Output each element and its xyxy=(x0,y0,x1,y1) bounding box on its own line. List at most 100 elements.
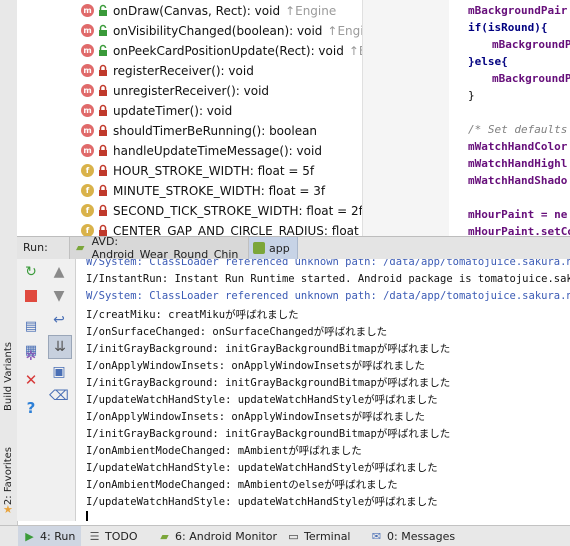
android-studio-window: Build Variants 2: Favorites ★ m onDraw(Ca… xyxy=(0,0,570,546)
bottom-tab-todo[interactable]: ☰ TODO xyxy=(88,526,138,546)
method-icon: m xyxy=(81,104,94,117)
private-lock-icon xyxy=(97,64,109,77)
code-line: mBackgroundPair xyxy=(468,4,568,17)
structure-item-label: onDraw(Canvas, Rect): void ↑Engine xyxy=(113,4,336,18)
build-variants-tab[interactable]: Build Variants xyxy=(0,342,17,411)
structure-item[interactable]: m shouldTimerBeRunning(): boolean xyxy=(17,121,362,141)
build-variants-label: Build Variants xyxy=(3,341,14,411)
public-icon xyxy=(97,24,109,37)
code-line: if(isRound){ xyxy=(468,21,548,34)
app-module-icon xyxy=(253,242,265,254)
structure-item[interactable]: f HOUR_STROKE_WIDTH: float = 5f xyxy=(17,161,362,181)
console-line: I/creatMiku: creatMikuが呼ばれました xyxy=(86,309,299,321)
structure-item-inherited-from: ↑Engine xyxy=(285,4,337,18)
run-tool-window-header: Run: ▰ AVD: Android_Wear_Round_Chin app xyxy=(17,235,570,261)
structure-item[interactable]: f SECOND_TICK_STROKE_WIDTH: float = 2f xyxy=(17,201,362,221)
restore-layout-icon[interactable]: ▤ xyxy=(22,317,40,335)
code-line: mWatchHandHighl xyxy=(468,157,568,170)
structure-item-label: registerReceiver(): void xyxy=(113,64,254,78)
console-line: I/onApplyWindowInsets: onApplyWindowInse… xyxy=(86,411,426,423)
private-lock-icon xyxy=(97,144,109,157)
print-icon[interactable]: ▣ xyxy=(50,363,68,381)
private-lock-icon xyxy=(97,104,109,117)
code-line: mBackgroundP xyxy=(492,72,570,85)
structure-item[interactable]: m onPeekCardPositionUpdate(Rect): void ↑En… xyxy=(17,41,362,61)
structure-item-label: SECOND_TICK_STROKE_WIDTH: float = 2f xyxy=(113,204,362,218)
structure-item-label: unregisterReceiver(): void xyxy=(113,84,269,98)
console-line: I/onAmbientModeChanged: mAmbientのelseが呼ば… xyxy=(86,479,398,491)
structure-item-label: onVisibilityChanged(boolean): void ↑Engin… xyxy=(113,24,362,38)
bottom-tab-android-monitor[interactable]: ▰ 6: Android Monitor xyxy=(158,526,277,546)
tab-avd[interactable]: ▰ AVD: Android_Wear_Round_Chin xyxy=(69,235,249,261)
editor-gutter xyxy=(363,0,449,236)
favorites-tab[interactable]: 2: Favorites xyxy=(0,446,17,506)
method-icon: m xyxy=(81,144,94,157)
bottom-tab-messages[interactable]: ✉ 0: Messages xyxy=(370,526,455,546)
console-line: I/onSurfaceChanged: onSurfaceChangedが呼ばれ… xyxy=(86,326,388,338)
structure-item[interactable]: f CENTER_GAP_AND_CIRCLE_RADIUS: float = 4… xyxy=(17,221,362,236)
structure-item-label: onPeekCardPositionUpdate(Rect): void ↑Eng… xyxy=(113,44,362,58)
bottom-tab-terminal[interactable]: ▭ Terminal xyxy=(287,526,350,546)
structure-item[interactable]: m registerReceiver(): void xyxy=(17,61,362,81)
method-icon: m xyxy=(81,124,94,137)
code-line: }else{ xyxy=(468,55,508,68)
structure-item[interactable]: m handleUpdateTimeMessage(): void xyxy=(17,141,362,161)
code-editor[interactable]: mBackgroundPair if(isRound){ mBackgroundP}… xyxy=(362,0,570,236)
structure-item[interactable]: f MINUTE_STROKE_WIDTH: float = 3f xyxy=(17,181,362,201)
bottom-tab-run-label: 4: Run xyxy=(40,530,76,543)
rerun-icon[interactable]: ↻ xyxy=(22,263,40,281)
field-icon: f xyxy=(81,204,94,217)
field-icon: f xyxy=(81,184,94,197)
bottom-tab-messages-label: 0: Messages xyxy=(387,530,456,543)
structure-item-inherited-from: ↑Engine xyxy=(327,24,362,38)
code-line: mHourPaint = ne xyxy=(468,208,568,221)
favorites-label: 2: Favorites xyxy=(3,446,14,506)
code-line: mWatchHandShado xyxy=(468,174,568,187)
scroll-down-icon[interactable]: ▼ xyxy=(50,287,68,305)
left-tool-strip: Build Variants 2: Favorites ★ xyxy=(0,0,18,546)
structure-item-signature: handleUpdateTimeMessage(): void xyxy=(113,144,322,158)
scroll-up-icon[interactable]: ▲ xyxy=(50,263,68,281)
structure-item[interactable]: m unregisterReceiver(): void xyxy=(17,81,362,101)
console-line: I/onApplyWindowInsets: onApplyWindowInse… xyxy=(86,360,426,372)
run-console[interactable]: W/System: ClassLoader referenced unknown… xyxy=(76,259,570,521)
tab-app-label: app xyxy=(269,241,290,255)
structure-item-label: HOUR_STROKE_WIDTH: float = 5f xyxy=(113,164,314,178)
tab-app[interactable]: app xyxy=(249,237,298,259)
structure-item-signature: onPeekCardPositionUpdate(Rect): void xyxy=(113,44,344,58)
structure-item-signature: SECOND_TICK_STROKE_WIDTH: float = 2f xyxy=(113,204,362,218)
structure-item[interactable]: m onVisibilityChanged(boolean): void ↑Engi… xyxy=(17,21,362,41)
structure-item-signature: updateTimer(): void xyxy=(113,104,233,118)
bottom-tab-run[interactable]: ▶ 4: Run xyxy=(18,526,81,546)
public-icon xyxy=(97,4,109,17)
structure-panel: m onDraw(Canvas, Rect): void ↑Engine m onVis… xyxy=(17,0,362,236)
private-lock-icon xyxy=(97,184,109,197)
public-icon xyxy=(97,44,109,57)
text-caret xyxy=(86,511,88,521)
scroll-to-end-icon[interactable]: ⇊ xyxy=(48,335,72,359)
console-line: W/System: ClassLoader referenced unknown… xyxy=(86,290,570,302)
favorites-star-icon: ★ xyxy=(3,503,13,516)
console-line: I/updateWatchHandStyle: updateWatchHandS… xyxy=(86,462,438,474)
stop-icon[interactable] xyxy=(22,287,40,305)
method-icon: m xyxy=(81,64,94,77)
method-icon: m xyxy=(81,4,94,17)
structure-item[interactable]: m onDraw(Canvas, Rect): void ↑Engine xyxy=(17,1,362,21)
help-icon[interactable]: ? xyxy=(22,399,40,417)
terminal-icon: ▭ xyxy=(288,530,299,543)
structure-item-label: MINUTE_STROKE_WIDTH: float = 3f xyxy=(113,184,325,198)
structure-item-signature: onVisibilityChanged(boolean): void xyxy=(113,24,323,38)
private-lock-icon xyxy=(97,84,109,97)
code-line: mHourPaint.setCo xyxy=(468,225,570,236)
soft-wrap-icon[interactable]: ↩ xyxy=(50,311,68,329)
run-toolbar-secondary: ▲ ▼ ↩ ⇊ ▣ ⌫ xyxy=(44,259,76,521)
android-debug-icon[interactable]: ✲ xyxy=(22,347,40,365)
structure-item-label: shouldTimerBeRunning(): boolean xyxy=(113,124,317,138)
bottom-tab-android-monitor-label: 6: Android Monitor xyxy=(175,530,278,543)
code-line: /* Set defaults xyxy=(468,123,568,136)
clear-all-icon[interactable]: ⌫ xyxy=(49,387,69,405)
structure-item[interactable]: m updateTimer(): void xyxy=(17,101,362,121)
close-icon[interactable]: ✕ xyxy=(22,371,40,389)
method-icon: m xyxy=(81,24,94,37)
code-line: } xyxy=(468,89,475,102)
